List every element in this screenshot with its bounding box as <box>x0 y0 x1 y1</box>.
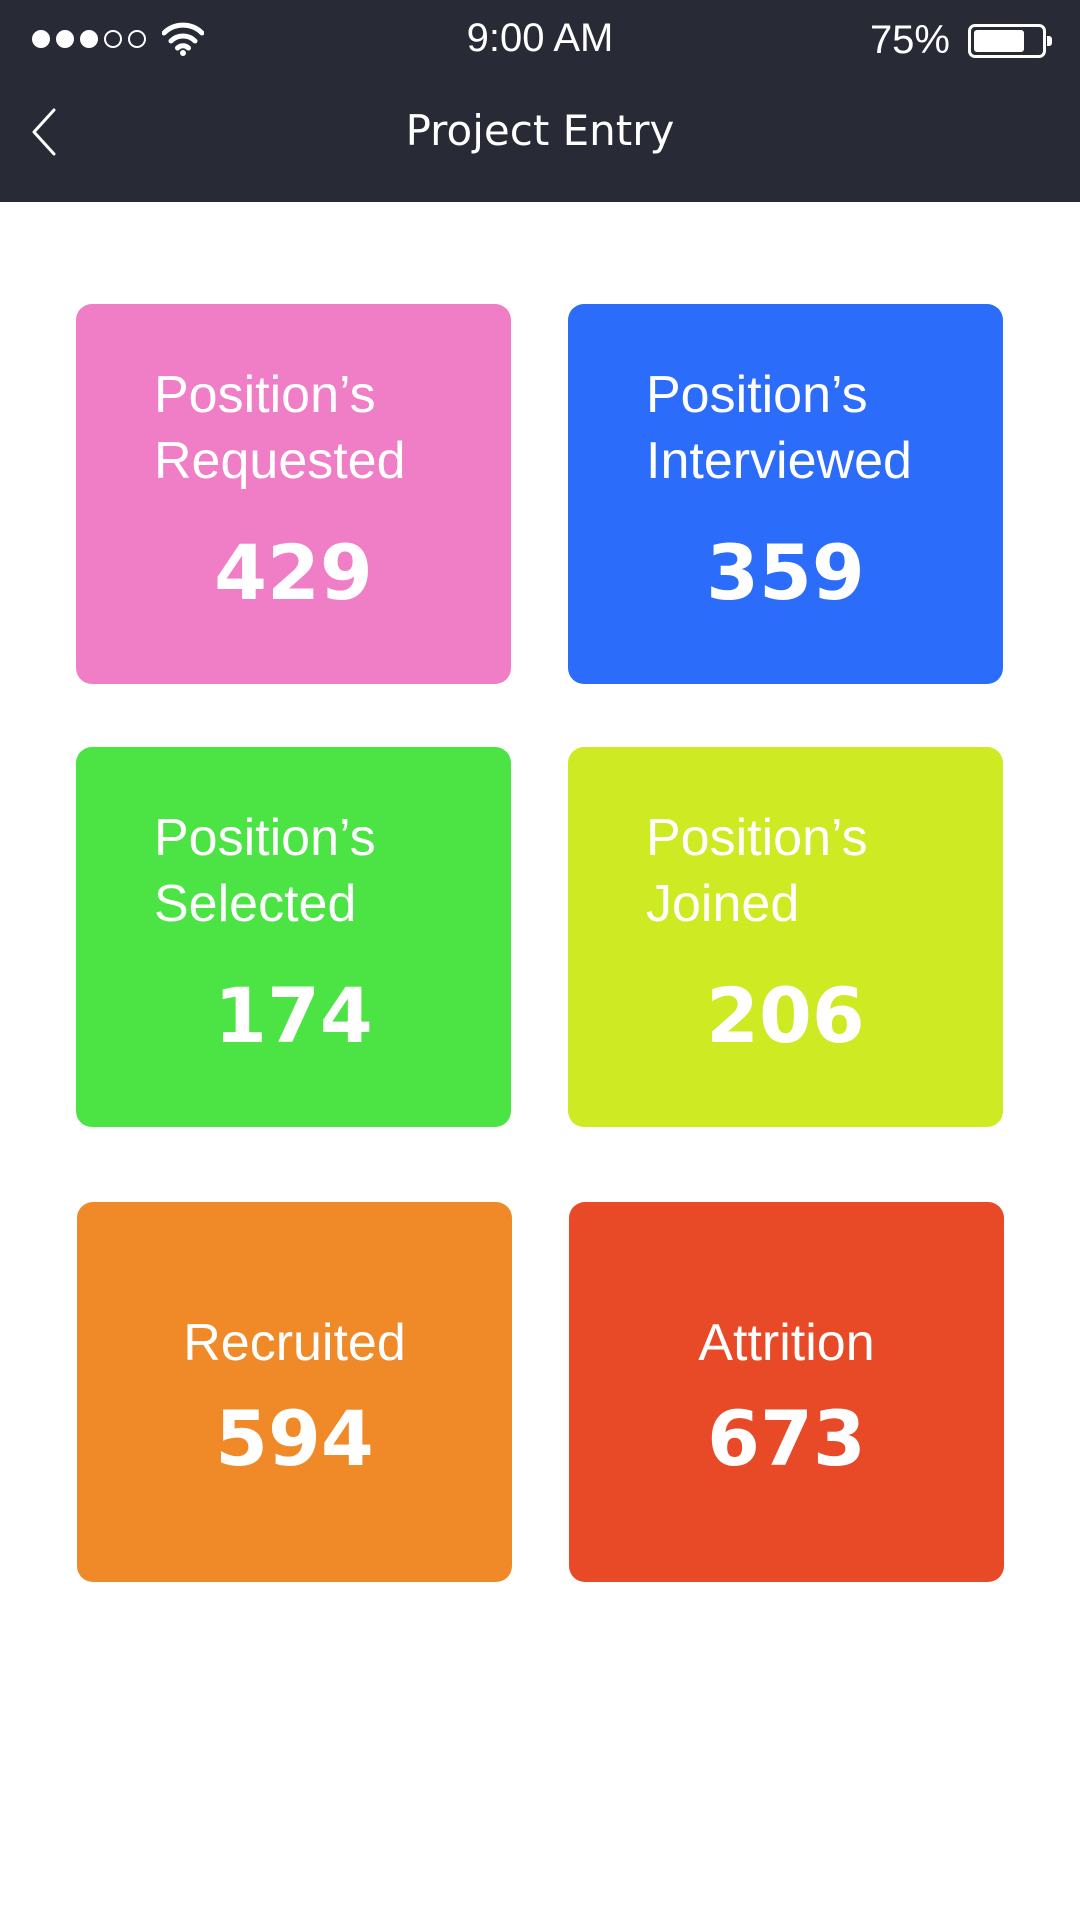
card-label-line: Interviewed <box>646 432 912 490</box>
card-label-line: Attrition <box>698 1314 875 1372</box>
card-value: 673 <box>707 1394 866 1483</box>
card-label-line: Recruited <box>183 1314 406 1372</box>
card-value: 174 <box>214 971 373 1060</box>
positions-requested-card[interactable]: Position’s Requested 429 <box>76 304 511 684</box>
card-label: Position’s Requested <box>154 362 406 494</box>
positions-joined-card[interactable]: Position’s Joined 206 <box>568 747 1003 1127</box>
card-label: Recruited <box>77 1310 512 1376</box>
battery-cap <box>1047 36 1052 46</box>
card-label-line: Selected <box>154 875 357 933</box>
card-value: 594 <box>215 1394 374 1483</box>
attrition-card[interactable]: Attrition 673 <box>569 1202 1004 1582</box>
card-label: Position’s Selected <box>154 805 376 937</box>
card-label-line: Position’s <box>154 809 376 867</box>
status-bar: 9:00 AM 75% <box>0 0 1080 82</box>
card-value: 429 <box>214 528 373 617</box>
card-label-line: Position’s <box>646 809 868 867</box>
card-label: Position’s Joined <box>646 805 868 937</box>
card-label-line: Position’s <box>646 366 868 424</box>
battery-percent: 75% <box>869 18 950 62</box>
positions-selected-card[interactable]: Position’s Selected 174 <box>76 747 511 1127</box>
card-value: 206 <box>706 971 865 1060</box>
top-bar: 9:00 AM 75% Project Entry <box>0 0 1080 202</box>
positions-interviewed-card[interactable]: Position’s Interviewed 359 <box>568 304 1003 684</box>
card-label: Attrition <box>569 1310 1004 1376</box>
card-label-line: Requested <box>154 432 406 490</box>
card-label-line: Joined <box>646 875 800 933</box>
battery-icon <box>968 24 1052 58</box>
card-value: 359 <box>706 528 865 617</box>
battery-level <box>974 30 1024 52</box>
page-title: Project Entry <box>405 106 675 155</box>
recruited-card[interactable]: Recruited 594 <box>77 1202 512 1582</box>
nav-bar: Project Entry <box>0 82 1080 202</box>
card-label-line: Position’s <box>154 366 376 424</box>
card-label: Position’s Interviewed <box>646 362 912 494</box>
